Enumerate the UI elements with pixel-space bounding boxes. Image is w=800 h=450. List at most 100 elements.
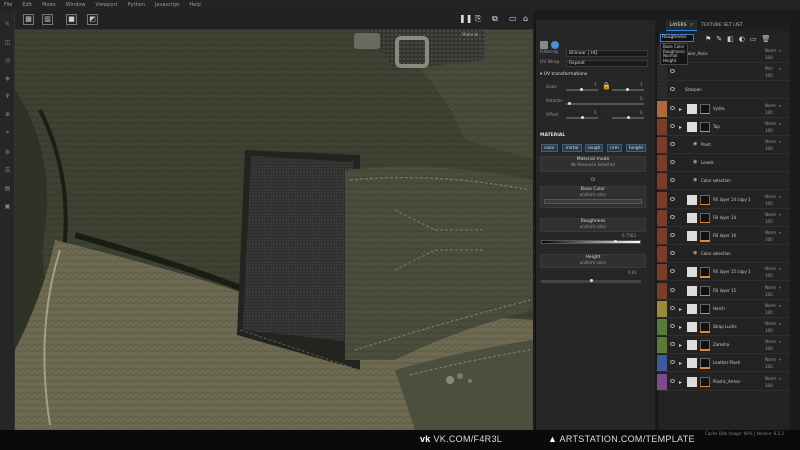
scale-knob-right[interactable] xyxy=(626,88,629,91)
visibility-eye-icon[interactable] xyxy=(670,142,675,146)
display-icon[interactable]: ▣ xyxy=(4,204,11,210)
folder-icon[interactable]: ▸ xyxy=(679,306,682,313)
layer-row[interactable]: ◉ Color selection xyxy=(657,173,790,191)
layer-opacity[interactable]: 100 xyxy=(765,328,773,333)
layer-row[interactable]: Pthr ▾ 100 xyxy=(657,64,790,82)
visibility-eye-icon[interactable] xyxy=(670,196,675,201)
offset-knob-left[interactable] xyxy=(581,116,584,119)
layer-opacity[interactable]: 100 xyxy=(765,146,773,151)
screenshot-icon[interactable]: ⧉ xyxy=(492,14,498,24)
layer-row[interactable]: ▸ Top Norm ▾ 100 xyxy=(657,118,790,136)
tab-layers[interactable]: LAYERS ✕ xyxy=(665,20,698,31)
folder-icon[interactable]: ▸ xyxy=(679,379,682,386)
lock-icon[interactable]: 🔒 xyxy=(602,82,611,90)
folder-icon[interactable]: ▸ xyxy=(679,360,682,367)
blend-dropdown-icon[interactable]: ▾ xyxy=(779,212,781,217)
height-knob[interactable] xyxy=(590,279,593,282)
layer-row[interactable]: Fill layer 14 copy 1 Norm ▾ 100 xyxy=(657,191,790,209)
mat-rough-button[interactable]: rough xyxy=(585,144,603,152)
layer-opacity[interactable]: 100 xyxy=(765,219,773,224)
settings-gear-icon[interactable]: ⚙ xyxy=(4,150,11,156)
layer-blend-mode[interactable]: Norm xyxy=(765,139,776,144)
layer-row[interactable]: ▸ Harch Norm ▾ 100 xyxy=(657,300,790,318)
mat-nrm-button[interactable]: nrm xyxy=(607,144,622,152)
layer-blend-mode[interactable]: Norm xyxy=(765,376,776,381)
blend-dropdown-icon[interactable]: ▾ xyxy=(779,194,781,199)
stencil-icon[interactable]: ◩ xyxy=(87,14,98,25)
menu-javascript[interactable]: Javascript xyxy=(155,2,180,8)
layer-row[interactable]: ▸ Zamsha Norm ▾ 100 xyxy=(657,337,790,355)
layer-opacity[interactable]: 100 xyxy=(765,383,773,388)
material-sphere-icon[interactable] xyxy=(540,41,548,49)
layer-opacity[interactable]: 100 xyxy=(765,110,773,115)
channel-option[interactable]: Height xyxy=(663,58,685,64)
folder-icon[interactable]: ▸ xyxy=(679,124,682,131)
layer-opacity[interactable]: 100 xyxy=(765,292,773,297)
menu-window[interactable]: Window xyxy=(66,2,86,8)
blend-dropdown-icon[interactable]: ▾ xyxy=(779,66,781,71)
layer-row[interactable]: ▸ Leather Plash Norm ▾ 100 xyxy=(657,355,790,373)
3d-viewport[interactable]: Material xyxy=(15,30,533,430)
visibility-eye-icon[interactable] xyxy=(670,160,675,165)
tab-texture-set-list[interactable]: TEXTURE SET LIST xyxy=(697,20,746,31)
lights-icon[interactable]: ⌂ xyxy=(523,14,528,23)
layer-blend-mode[interactable]: Norm xyxy=(765,357,776,362)
layer-blend-mode[interactable]: Norm xyxy=(765,266,776,271)
smudge-icon[interactable]: ♆ xyxy=(4,94,11,100)
add-mask-icon[interactable]: ◐ xyxy=(739,35,745,43)
add-folder-icon[interactable]: ▭ xyxy=(750,35,757,43)
layer-row[interactable]: ▸ Vydro Norm ▾ 100 xyxy=(657,100,790,118)
layer-opacity[interactable]: 100 xyxy=(765,364,773,369)
layer-blend-mode[interactable]: Norm xyxy=(765,230,776,235)
mat-metal-button[interactable]: metal xyxy=(562,144,582,152)
menu-edit[interactable]: Edit xyxy=(22,2,32,8)
blend-dropdown-icon[interactable]: ▾ xyxy=(779,230,781,235)
scale-knob-left[interactable] xyxy=(580,88,583,91)
offset-knob-right[interactable] xyxy=(627,116,630,119)
paint-brush-icon[interactable]: ✎ xyxy=(4,22,11,28)
symmetry-icon[interactable]: ▥ xyxy=(42,14,53,25)
visibility-eye-icon[interactable] xyxy=(670,105,675,110)
blend-dropdown-icon[interactable]: ▾ xyxy=(779,339,781,344)
blend-dropdown-icon[interactable]: ▾ xyxy=(779,139,781,144)
layer-blend-mode[interactable]: Pthr xyxy=(765,66,773,71)
folder-icon[interactable]: ▸ xyxy=(679,324,682,331)
folder-icon[interactable]: ▸ xyxy=(679,342,682,349)
layer-opacity[interactable]: 100 xyxy=(765,55,773,60)
base-color-swatch[interactable] xyxy=(544,199,642,204)
layer-blend-mode[interactable]: Norm xyxy=(765,194,776,199)
layer-blend-mode[interactable]: Norm xyxy=(765,285,776,290)
menu-python[interactable]: Python xyxy=(128,2,145,8)
layer-row[interactable]: ◉ Levels xyxy=(657,155,790,173)
layer-opacity[interactable]: 100 xyxy=(765,346,773,351)
menu-mode[interactable]: Mode xyxy=(42,2,56,8)
picker-icon[interactable]: ⌖ xyxy=(4,130,11,136)
layer-opacity[interactable]: 100 xyxy=(765,273,773,278)
uvwrap-select[interactable]: Repeat xyxy=(566,60,648,67)
projection-icon[interactable]: ◎ xyxy=(4,58,11,64)
layer-opacity[interactable]: 100 xyxy=(765,73,773,78)
visibility-eye-icon[interactable] xyxy=(670,342,675,347)
uv-transform-section[interactable]: ▾ UV transformations xyxy=(540,72,587,77)
camera-icon[interactable]: ⎘ xyxy=(475,14,481,24)
layer-row[interactable]: ▸ Strap Luchs Norm ▾ 100 xyxy=(657,319,790,336)
base-color-card[interactable]: Base Color uniform color xyxy=(540,186,646,208)
menu-file[interactable]: File xyxy=(4,2,12,8)
visibility-eye-icon[interactable] xyxy=(670,305,675,310)
layer-opacity[interactable]: 100 xyxy=(765,310,773,315)
mat-height-button[interactable]: height xyxy=(626,144,646,152)
visibility-eye-icon[interactable] xyxy=(670,123,675,128)
list-icon[interactable]: ☰ xyxy=(4,168,11,174)
roughness-slider[interactable] xyxy=(541,240,641,244)
blend-dropdown-icon[interactable]: ▾ xyxy=(779,321,781,326)
layer-blend-mode[interactable]: Norm xyxy=(765,121,776,126)
rotation-knob[interactable] xyxy=(568,102,571,105)
layer-blend-mode[interactable]: Norm xyxy=(765,339,776,344)
roughness-value[interactable]: 0.7563 xyxy=(622,233,636,238)
visibility-eye-icon[interactable] xyxy=(670,378,675,383)
layer-row[interactable]: ◉ Color selection xyxy=(657,246,790,264)
visibility-eye-icon[interactable] xyxy=(670,178,675,183)
rotation-slider[interactable] xyxy=(566,103,644,105)
roughness-card[interactable]: Roughness uniform color xyxy=(540,218,646,232)
visibility-eye-icon[interactable] xyxy=(670,324,675,328)
